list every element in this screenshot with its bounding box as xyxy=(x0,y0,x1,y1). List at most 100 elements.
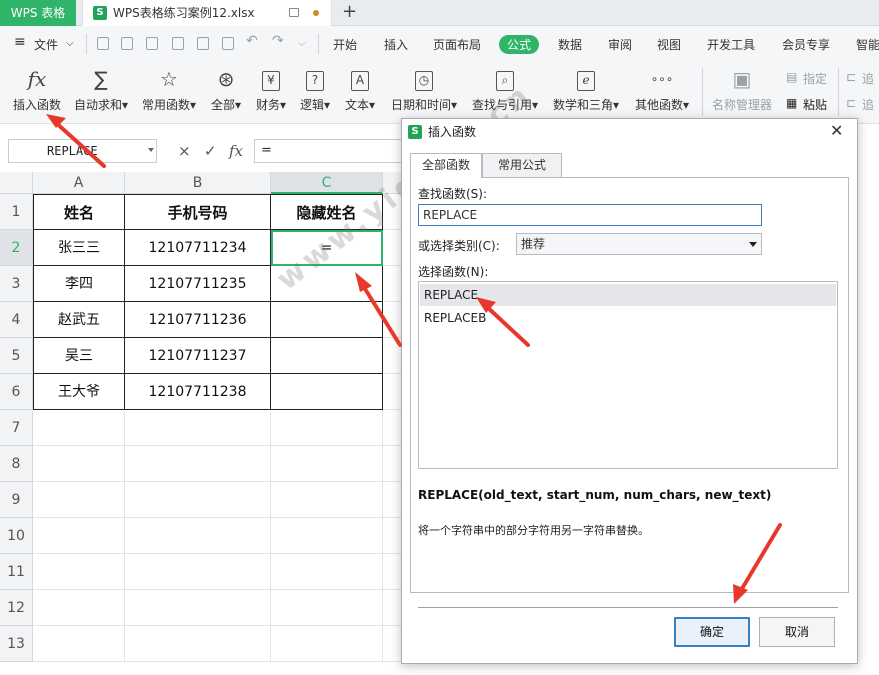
sheet-cell[interactable] xyxy=(271,302,383,338)
name-box-dropdown-icon[interactable] xyxy=(148,148,154,152)
menu-membership[interactable]: 会员专享 xyxy=(782,36,830,53)
sheet-cell[interactable] xyxy=(383,230,403,266)
row-header[interactable]: 2 xyxy=(0,230,33,266)
sheet-cell[interactable]: 12107711238 xyxy=(125,374,271,410)
lookup-reference-button[interactable]: ⌕ 查找与引用▾ xyxy=(468,66,542,113)
sheet-cell[interactable] xyxy=(383,302,403,338)
row-header[interactable]: 12 xyxy=(0,590,33,626)
paste-name-button[interactable]: 粘贴 xyxy=(803,96,827,113)
dialog-title-bar[interactable]: S 插入函数 ✕ xyxy=(402,119,857,145)
sheet-cell[interactable] xyxy=(125,626,271,662)
table-header-cell[interactable]: 手机号码 xyxy=(125,194,271,230)
row-header[interactable]: 11 xyxy=(0,554,33,590)
sheet-cell[interactable]: 王大爷 xyxy=(33,374,125,410)
save-icon[interactable] xyxy=(146,37,158,50)
redo-icon[interactable]: ↷ xyxy=(272,33,284,49)
document-tab[interactable]: S WPS表格练习案例12.xlsx xyxy=(82,0,332,26)
print-preview-icon[interactable] xyxy=(222,37,234,50)
menu-smart[interactable]: 智能 xyxy=(856,36,879,53)
name-box[interactable]: REPLACE xyxy=(8,139,157,163)
insert-function-button[interactable]: fx 插入函数 xyxy=(10,66,64,113)
date-time-button[interactable]: ◷ 日期和时间▾ xyxy=(386,66,462,113)
sheet-cell[interactable] xyxy=(271,410,383,446)
sheet-cell[interactable]: 赵武五 xyxy=(33,302,125,338)
app-menu-button[interactable]: WPS 表格 xyxy=(0,0,76,26)
common-functions-button[interactable]: ☆ 常用函数▾ xyxy=(138,66,200,113)
window-restore-icon[interactable] xyxy=(289,8,299,17)
sheet-cell[interactable] xyxy=(383,194,403,230)
row-header[interactable]: 5 xyxy=(0,338,33,374)
sheet-cell[interactable]: 12107711237 xyxy=(125,338,271,374)
sheet-cell[interactable]: 12107711236 xyxy=(125,302,271,338)
row-header[interactable]: 13 xyxy=(0,626,33,662)
menu-data[interactable]: 数据 xyxy=(558,36,582,53)
new-file-icon[interactable] xyxy=(97,37,109,50)
sheet-cell[interactable] xyxy=(33,554,125,590)
sheet-cell[interactable] xyxy=(271,374,383,410)
sheet-cell[interactable] xyxy=(383,590,403,626)
cancel-icon[interactable]: × xyxy=(178,142,191,160)
logical-button[interactable]: ? 逻辑▾ xyxy=(296,66,334,113)
sheet-cell[interactable] xyxy=(125,554,271,590)
sheet-cell[interactable] xyxy=(271,590,383,626)
sheet-cell[interactable] xyxy=(271,266,383,302)
sheet-cell[interactable]: 12107711235 xyxy=(125,266,271,302)
name-manager-button[interactable]: ▣ 名称管理器 xyxy=(710,66,774,113)
sheet-cell[interactable]: 张三三 xyxy=(33,230,125,266)
sheet-cell[interactable] xyxy=(383,266,403,302)
function-item-replaceb[interactable]: REPLACEB xyxy=(420,307,836,329)
math-trig-button[interactable]: e 数学和三角▾ xyxy=(548,66,624,113)
print-icon[interactable] xyxy=(197,37,209,50)
column-header-d[interactable] xyxy=(383,172,403,194)
sheet-cell[interactable] xyxy=(33,590,125,626)
menu-developer[interactable]: 开发工具 xyxy=(707,36,755,53)
menu-page-layout[interactable]: 页面布局 xyxy=(433,36,481,53)
define-name-button[interactable]: 指定 xyxy=(803,70,827,87)
menu-insert[interactable]: 插入 xyxy=(384,36,408,53)
sheet-cell[interactable] xyxy=(271,518,383,554)
financial-button[interactable]: ¥ 财务▾ xyxy=(252,66,290,113)
menu-review[interactable]: 审阅 xyxy=(608,36,632,53)
menu-view[interactable]: 视图 xyxy=(657,36,681,53)
sheet-cell[interactable] xyxy=(383,338,403,374)
sheet-cell[interactable] xyxy=(271,554,383,590)
table-header-cell[interactable]: 隐藏姓名 xyxy=(271,194,383,230)
row-header[interactable]: 4 xyxy=(0,302,33,338)
search-function-input[interactable]: REPLACE xyxy=(418,204,762,226)
row-header[interactable]: 3 xyxy=(0,266,33,302)
column-header-a[interactable]: A xyxy=(33,172,125,194)
table-header-cell[interactable]: 姓名 xyxy=(33,194,125,230)
fx-icon[interactable]: fx xyxy=(229,142,243,160)
more-functions-button[interactable]: ∘∘∘ 其他函数▾ xyxy=(630,66,694,113)
formula-input[interactable]: = xyxy=(254,139,414,163)
ok-button[interactable]: 确定 xyxy=(674,617,750,647)
sheet-cell[interactable] xyxy=(383,410,403,446)
sheet-cell[interactable] xyxy=(383,482,403,518)
column-header-b[interactable]: B xyxy=(125,172,271,194)
sheet-cell[interactable] xyxy=(383,374,403,410)
new-tab-button[interactable]: + xyxy=(342,1,357,23)
sheet-cell[interactable] xyxy=(33,446,125,482)
hamburger-icon[interactable]: ≡ xyxy=(14,34,26,50)
sheet-cell[interactable] xyxy=(271,482,383,518)
sheet-cell[interactable] xyxy=(125,482,271,518)
sheet-cell[interactable] xyxy=(33,518,125,554)
column-header-c[interactable]: C xyxy=(271,172,383,194)
close-icon[interactable]: ✕ xyxy=(830,121,843,140)
trace-dependents-button[interactable]: 追 xyxy=(862,96,874,113)
sheet-cell[interactable] xyxy=(271,338,383,374)
sheet-cell[interactable] xyxy=(271,626,383,662)
more-quick-icon[interactable]: ⌵ xyxy=(298,38,306,49)
category-select[interactable]: 推荐 xyxy=(516,233,762,255)
sheet-cell[interactable] xyxy=(33,626,125,662)
tab-all-functions[interactable]: 全部函数 xyxy=(410,153,482,178)
export-icon[interactable] xyxy=(172,37,184,50)
open-folder-icon[interactable] xyxy=(121,37,133,50)
sheet-cell[interactable] xyxy=(33,410,125,446)
undo-icon[interactable]: ↶ xyxy=(246,33,258,49)
sheet-cell[interactable] xyxy=(383,554,403,590)
sheet-cell[interactable] xyxy=(33,482,125,518)
row-header[interactable]: 7 xyxy=(0,410,33,446)
sheet-cell[interactable] xyxy=(383,518,403,554)
function-item-replace[interactable]: REPLACE xyxy=(420,284,836,306)
